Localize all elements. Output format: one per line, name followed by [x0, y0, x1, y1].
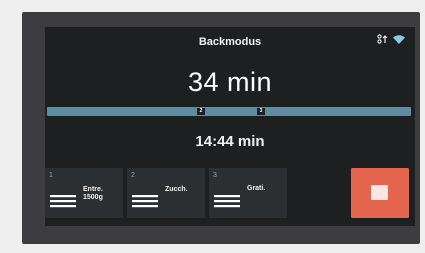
stop-icon	[371, 185, 388, 200]
step-label: Entre. 1500g	[83, 186, 103, 201]
step-label: Grati.	[247, 185, 266, 192]
step-number: 2	[131, 172, 135, 179]
mode-title: Backmodus	[198, 36, 262, 48]
step-tile-3[interactable]: 3 Grati.	[209, 168, 287, 218]
step-number: 1	[49, 172, 53, 179]
step-tile-1[interactable]: 1 Entre. 1500g	[45, 168, 123, 218]
layers-icon	[50, 195, 76, 208]
status-bar	[377, 34, 405, 44]
remaining-time: 34 min	[187, 67, 273, 97]
step-tile-2[interactable]: 2 Zucch.	[127, 168, 205, 218]
progress-marker-2: 2	[197, 108, 205, 115]
step-list: 1 Entre. 1500g 2 Zucch. 3 Grati.	[45, 168, 287, 218]
progress-bar: 2 3	[47, 107, 411, 116]
step-number: 3	[213, 172, 217, 179]
wifi-icon	[393, 34, 405, 44]
stop-button[interactable]	[351, 168, 409, 218]
temperature-icon	[377, 34, 388, 44]
layers-icon	[214, 195, 240, 208]
display-screen: Backmodus 34 min 2 3 14:44 min 1 Entre. …	[45, 27, 415, 226]
step-label: Zucch.	[165, 186, 188, 193]
layers-icon	[132, 195, 158, 208]
progress-marker-3: 3	[257, 108, 265, 115]
end-time: 14:44 min	[195, 133, 265, 150]
